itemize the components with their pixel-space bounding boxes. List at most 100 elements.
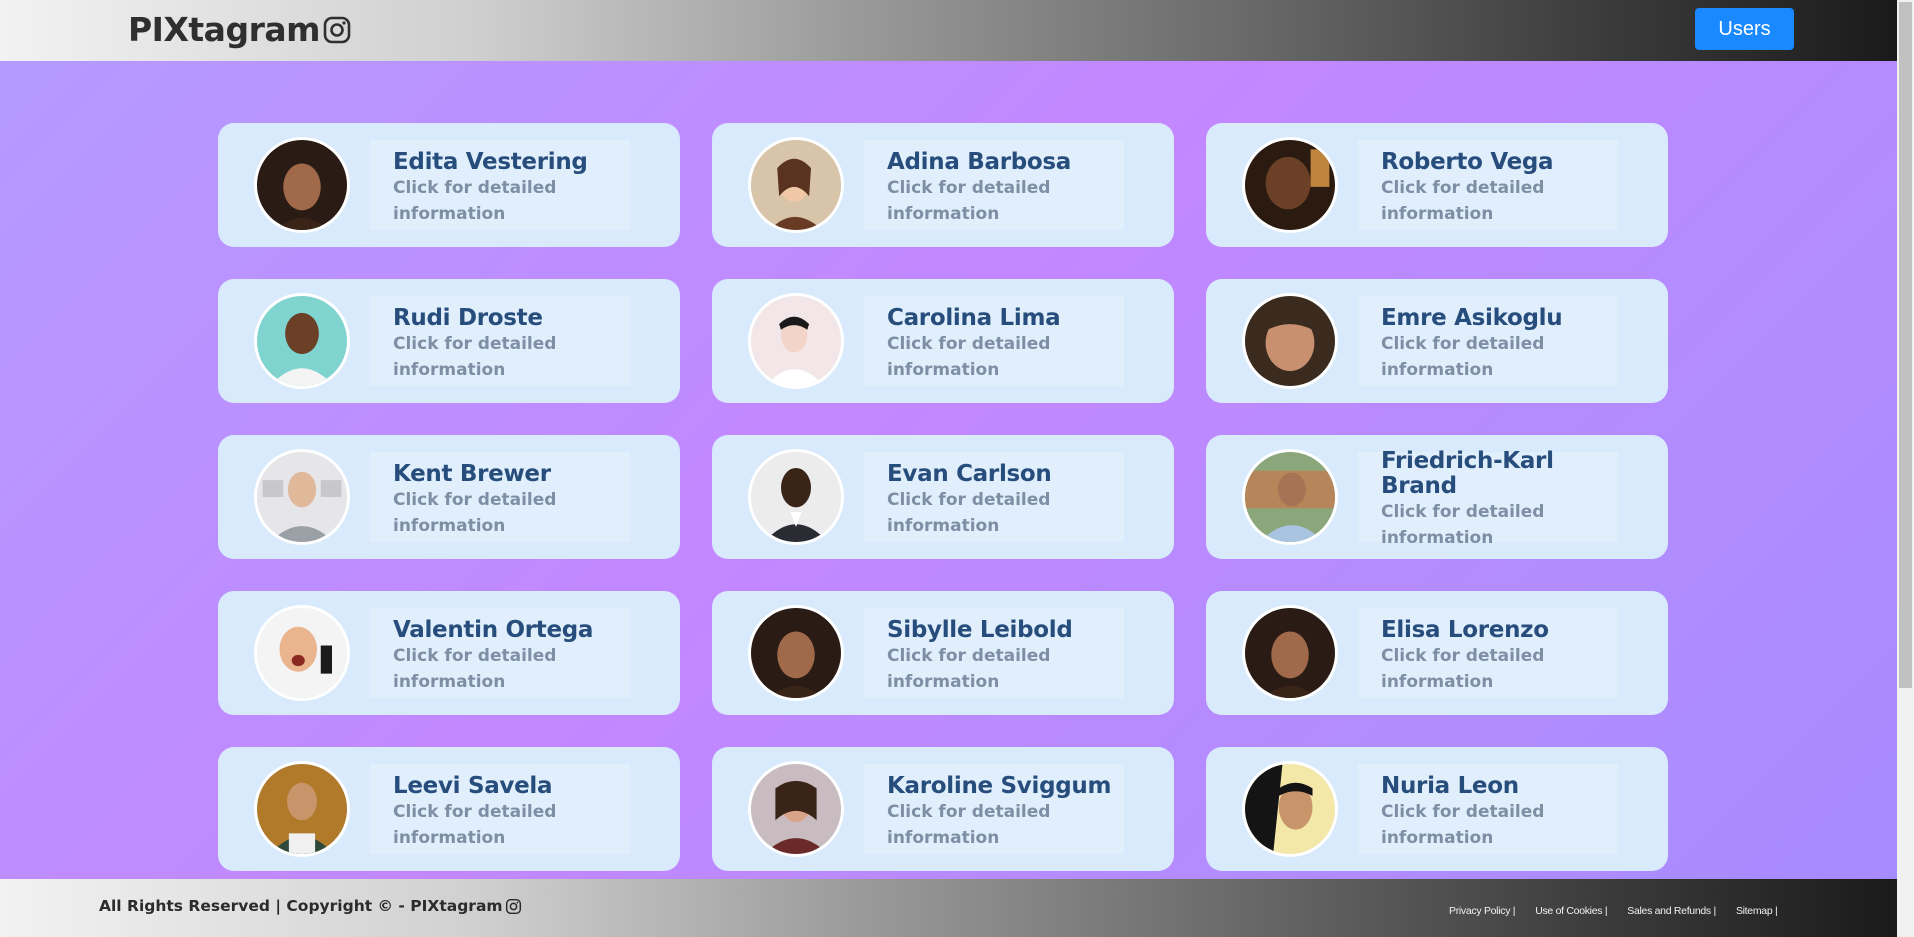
avatar [748, 137, 844, 233]
user-info: Elisa Lorenzo Click for detailed informa… [1358, 608, 1618, 698]
user-card[interactable]: Emre Asikoglu Click for detailed informa… [1206, 279, 1668, 403]
user-photo [1245, 608, 1335, 698]
avatar [748, 449, 844, 545]
user-info: Karoline Sviggum Click for detailed info… [864, 764, 1124, 854]
user-name: Karoline Sviggum [887, 772, 1112, 799]
top-navbar: PIXtagram Users [0, 0, 1897, 61]
avatar [1242, 293, 1338, 389]
user-photo [1245, 140, 1335, 230]
avatar [254, 137, 350, 233]
user-card[interactable]: Nuria Leon Click for detailed informatio… [1206, 747, 1668, 871]
copyright-label: All Rights Reserved | Copyright © - PIXt… [99, 897, 503, 915]
avatar [254, 449, 350, 545]
user-card[interactable]: Sibylle Leibold Click for detailed infor… [712, 591, 1174, 715]
details-hint: Click for detailed information [1381, 801, 1545, 848]
details-hint: Click for detailed information [393, 177, 557, 224]
user-name: Leevi Savela [393, 772, 553, 799]
user-info: Sibylle Leibold Click for detailed infor… [864, 608, 1124, 698]
user-card[interactable]: Valentin Ortega Click for detailed infor… [218, 591, 680, 715]
user-photo [257, 296, 347, 386]
user-card[interactable]: Edita Vestering Click for detailed infor… [218, 123, 680, 247]
user-name: Emre Asikoglu [1381, 304, 1563, 331]
instagram-icon [323, 16, 351, 43]
user-name: Evan Carlson [887, 460, 1052, 487]
cookies-link[interactable]: Use of Cookies | [1535, 905, 1607, 917]
details-hint: Click for detailed information [887, 177, 1051, 224]
details-hint: Click for detailed information [887, 801, 1051, 848]
user-info: Emre Asikoglu Click for detailed informa… [1358, 296, 1618, 386]
avatar [1242, 449, 1338, 545]
avatar [1242, 761, 1338, 857]
brand-logo[interactable]: PIXtagram [128, 10, 352, 49]
user-name: Sibylle Leibold [887, 616, 1073, 643]
user-card[interactable]: Friedrich-Karl Brand Click for detailed … [1206, 435, 1668, 559]
user-photo [751, 140, 841, 230]
user-photo [751, 296, 841, 386]
user-info: Rudi Droste Click for detailed informati… [370, 296, 630, 386]
footer: All Rights Reserved | Copyright © - PIXt… [0, 879, 1897, 937]
copyright-text: All Rights Reserved | Copyright © - PIXt… [99, 897, 522, 915]
user-photo [257, 608, 347, 698]
user-photo [751, 764, 841, 854]
user-card[interactable]: Adina Barbosa Click for detailed informa… [712, 123, 1174, 247]
user-card[interactable]: Roberto Vega Click for detailed informat… [1206, 123, 1668, 247]
user-name: Valentin Ortega [393, 616, 594, 643]
privacy-policy-link[interactable]: Privacy Policy | [1449, 905, 1516, 917]
avatar [254, 293, 350, 389]
user-name: Edita Vestering [393, 148, 588, 175]
user-info: Edita Vestering Click for detailed infor… [370, 140, 630, 230]
details-hint: Click for detailed information [1381, 333, 1545, 380]
user-info: Nuria Leon Click for detailed informatio… [1358, 764, 1618, 854]
details-hint: Click for detailed information [887, 489, 1051, 536]
avatar [254, 605, 350, 701]
details-hint: Click for detailed information [1381, 177, 1545, 224]
sales-refunds-link[interactable]: Sales and Refunds | [1627, 905, 1716, 917]
avatar [1242, 605, 1338, 701]
user-card[interactable]: Carolina Lima Click for detailed informa… [712, 279, 1174, 403]
sitemap-link[interactable]: Sitemap | [1736, 905, 1778, 917]
user-photo [1245, 452, 1335, 542]
details-hint: Click for detailed information [1381, 502, 1545, 548]
details-hint: Click for detailed information [393, 489, 557, 536]
vertical-scrollbar[interactable] [1897, 0, 1914, 937]
user-info: Friedrich-Karl Brand Click for detailed … [1358, 449, 1618, 548]
user-name: Kent Brewer [393, 460, 551, 487]
user-info: Carolina Lima Click for detailed informa… [864, 296, 1124, 386]
user-name: Roberto Vega [1381, 148, 1554, 175]
user-card[interactable]: Elisa Lorenzo Click for detailed informa… [1206, 591, 1668, 715]
user-card[interactable]: Leevi Savela Click for detailed informat… [218, 747, 680, 871]
avatar [748, 761, 844, 857]
user-photo [751, 452, 841, 542]
user-info: Valentin Ortega Click for detailed infor… [370, 608, 630, 698]
instagram-icon [505, 898, 521, 914]
details-hint: Click for detailed information [393, 645, 557, 692]
user-name: Adina Barbosa [887, 148, 1072, 175]
user-photo [257, 140, 347, 230]
avatar [748, 605, 844, 701]
user-card-grid: Edita Vestering Click for detailed infor… [218, 123, 1668, 871]
user-info: Adina Barbosa Click for detailed informa… [864, 140, 1124, 230]
avatar [1242, 137, 1338, 233]
user-card[interactable]: Rudi Droste Click for detailed informati… [218, 279, 680, 403]
user-info: Roberto Vega Click for detailed informat… [1358, 140, 1618, 230]
avatar [254, 761, 350, 857]
user-photo [751, 608, 841, 698]
details-hint: Click for detailed information [1381, 645, 1545, 692]
avatar [748, 293, 844, 389]
user-card[interactable]: Evan Carlson Click for detailed informat… [712, 435, 1174, 559]
details-hint: Click for detailed information [887, 333, 1051, 380]
user-info: Evan Carlson Click for detailed informat… [864, 452, 1124, 542]
user-name: Carolina Lima [887, 304, 1061, 331]
user-name: Rudi Droste [393, 304, 543, 331]
user-card[interactable]: Karoline Sviggum Click for detailed info… [712, 747, 1174, 871]
scrollbar-thumb[interactable] [1899, 2, 1912, 688]
user-name: Nuria Leon [1381, 772, 1519, 799]
user-name: Elisa Lorenzo [1381, 616, 1549, 643]
user-photo [257, 764, 347, 854]
details-hint: Click for detailed information [393, 333, 557, 380]
user-info: Leevi Savela Click for detailed informat… [370, 764, 630, 854]
user-card[interactable]: Kent Brewer Click for detailed informati… [218, 435, 680, 559]
details-hint: Click for detailed information [393, 801, 557, 848]
users-button[interactable]: Users [1695, 8, 1794, 50]
user-info: Kent Brewer Click for detailed informati… [370, 452, 630, 542]
